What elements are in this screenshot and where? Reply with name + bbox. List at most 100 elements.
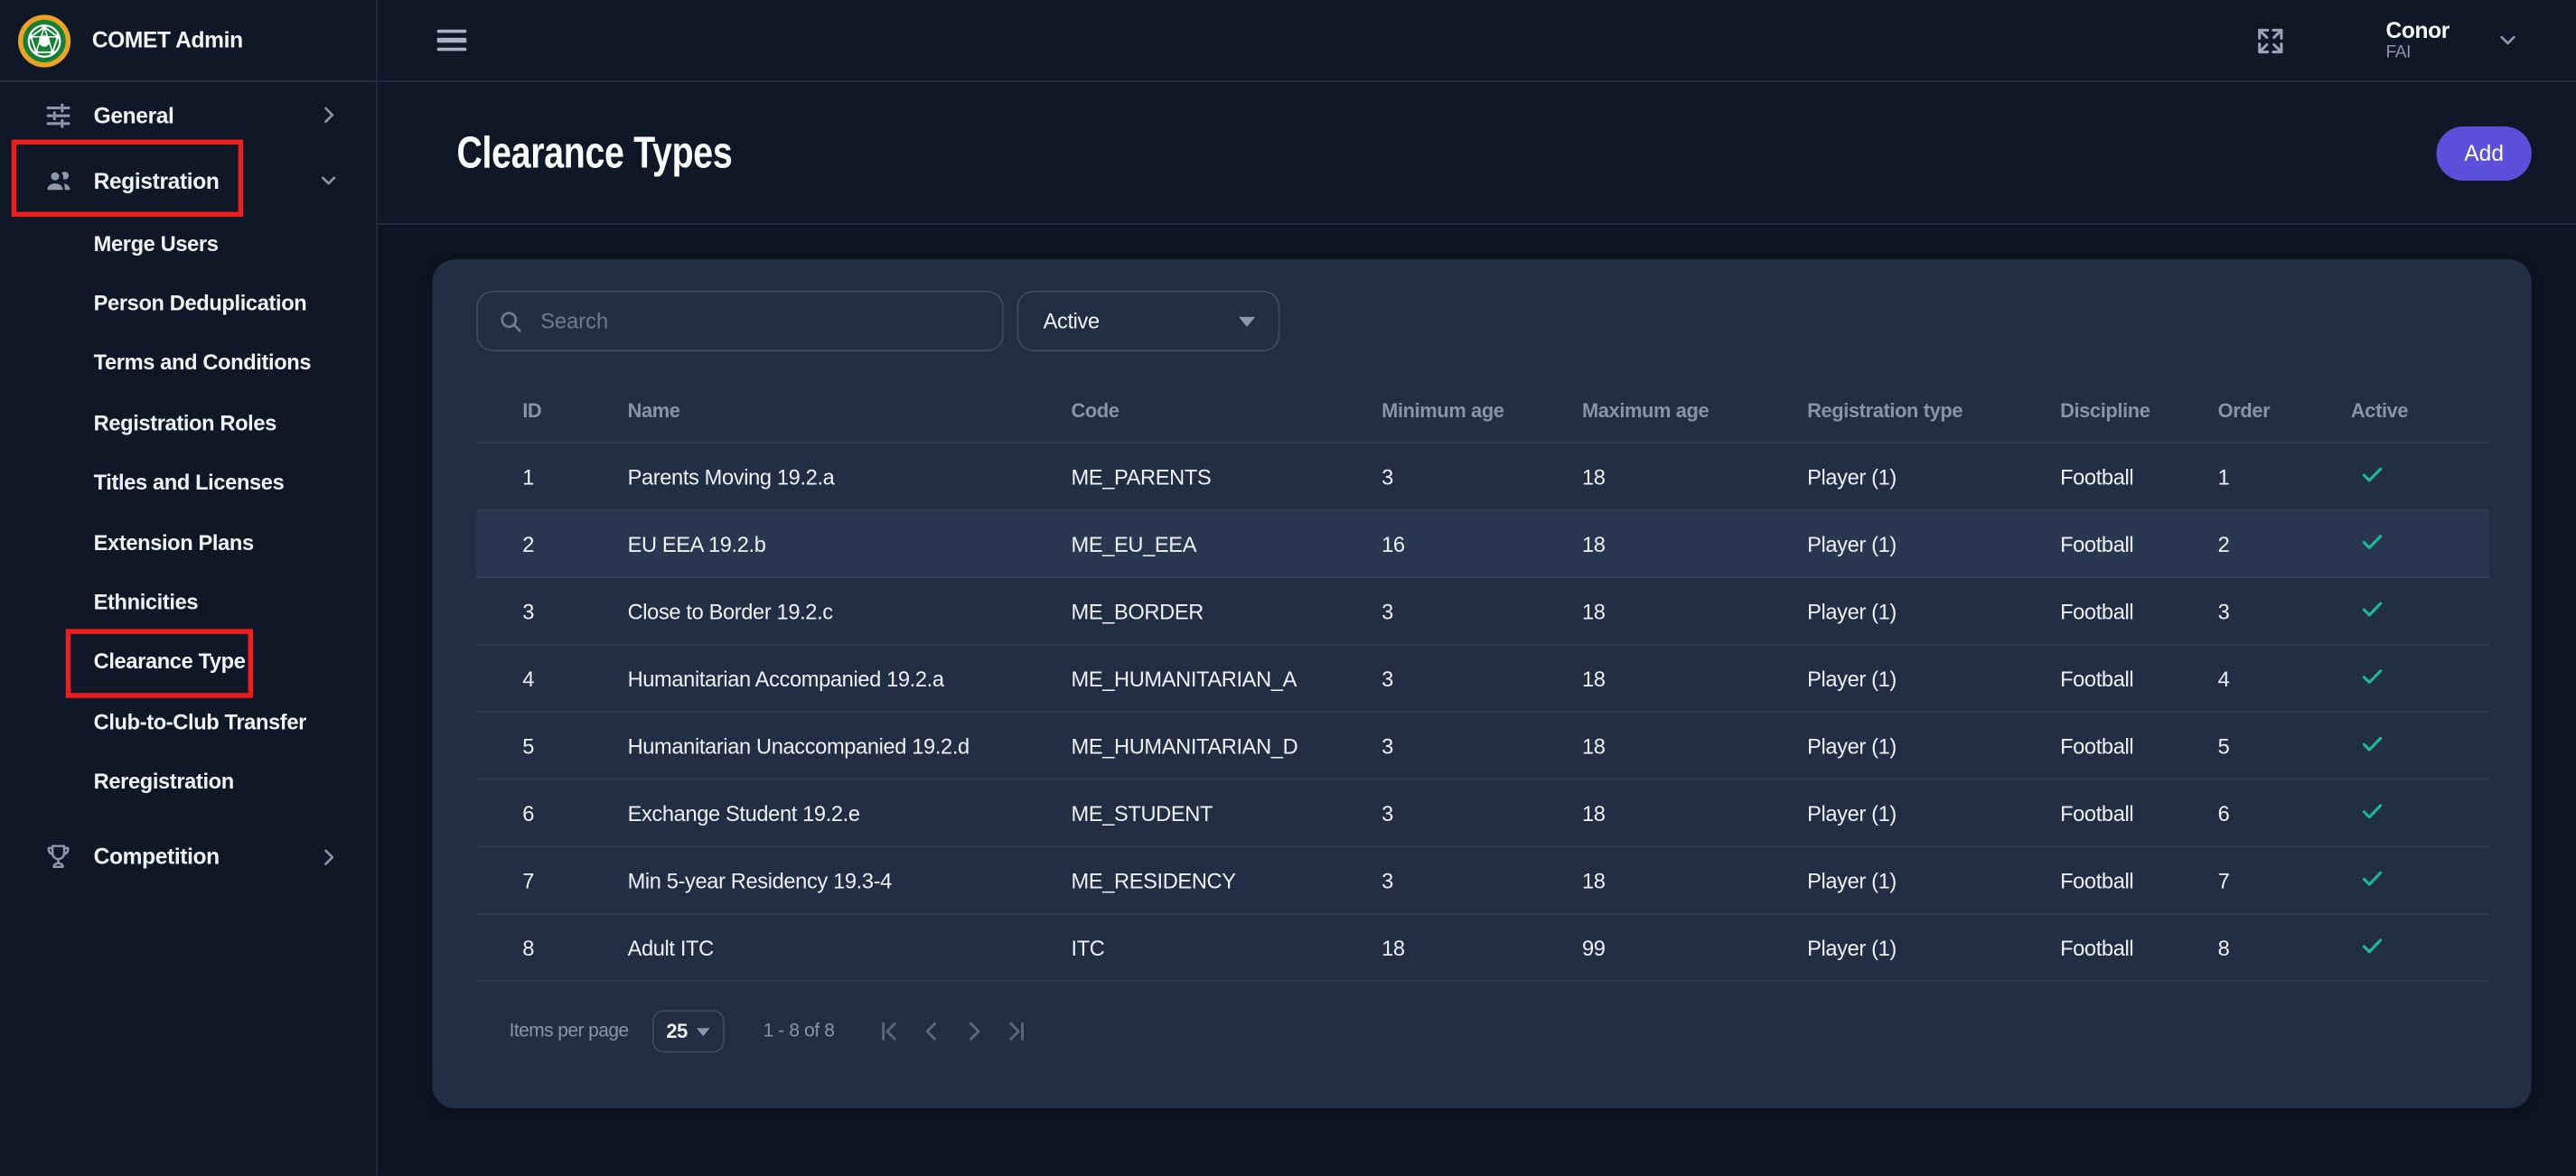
cell-name: EU EEA 19.2.b <box>628 531 1072 555</box>
sidebar-item-clearance-type[interactable]: Clearance Type <box>0 632 376 692</box>
page-header: Clearance Types Add <box>378 82 2576 225</box>
pagination-range: 1 - 8 of 8 <box>763 1022 835 1041</box>
table-row[interactable]: 7 Min 5-year Residency 19.3-4ME_RESIDENCY… <box>476 847 2488 915</box>
items-per-page-label: Items per page <box>510 1022 629 1041</box>
user-org: FAI <box>2386 42 2450 63</box>
cell-discipline: Football <box>2060 935 2218 959</box>
sidebar-item-label: Reregistration <box>94 769 234 793</box>
cell-order: 3 <box>2218 599 2351 623</box>
cell-registration_type: Player (1) <box>1807 800 2060 825</box>
cell-id: 6 <box>476 800 627 825</box>
filters-row: Active <box>432 259 2532 351</box>
sidebar-item-label: Ethnicities <box>94 590 199 614</box>
sidebar-item-registration[interactable]: Registration <box>0 148 376 214</box>
table-row[interactable]: 5Humanitarian Unaccompanied 19.2.dME_HUM… <box>476 713 2488 780</box>
cell-min_age: 3 <box>1382 464 1582 489</box>
sidebar-item-label: Terms and Conditions <box>94 350 311 375</box>
chevron-right-icon <box>317 104 340 126</box>
cell-min_age: 16 <box>1382 531 1582 555</box>
trophy-icon <box>41 841 73 873</box>
menu-toggle-icon[interactable] <box>437 23 467 57</box>
column-header-active: Active <box>2351 398 2489 421</box>
cell-min_age: 3 <box>1382 800 1582 825</box>
sidebar-item-general[interactable]: General <box>0 82 376 148</box>
column-header-id: ID <box>476 398 627 421</box>
cell-code: ME_EU_EEA <box>1071 531 1382 555</box>
cell-code: ME_RESIDENCY <box>1071 868 1382 892</box>
sidebar-item-registration-roles[interactable]: Registration Roles <box>0 393 376 453</box>
sidebar-item-label: Club-to-Club Transfer <box>94 709 306 733</box>
cell-code: ME_HUMANITARIAN_A <box>1071 666 1382 690</box>
cell-min_age: 3 <box>1382 666 1582 690</box>
caret-down-icon <box>696 1027 709 1035</box>
cell-order: 1 <box>2218 464 2351 489</box>
cell-discipline: Football <box>2060 733 2218 758</box>
cell-id: 2 <box>476 531 627 555</box>
cell-registration_type: Player (1) <box>1807 599 2060 623</box>
table-row[interactable]: 1Parents Moving 19.2.aME_PARENTS318Playe… <box>476 443 2488 511</box>
sidebar-item-person-deduplication[interactable]: Person Deduplication <box>0 274 376 333</box>
cell-name: Min 5-year Residency 19.3-4 <box>628 868 1072 892</box>
cell-min_age: 18 <box>1382 935 1582 959</box>
cell-active <box>2351 663 2489 695</box>
column-header-maximum-age: Maximum age <box>1582 398 1807 421</box>
sidebar-item-club-to-club-transfer[interactable]: Club-to-Club Transfer <box>0 692 376 751</box>
add-button[interactable]: Add <box>2436 126 2532 180</box>
cell-id: 3 <box>476 599 627 623</box>
cell-code: ME_STUDENT <box>1071 800 1382 825</box>
check-icon <box>2359 595 2385 627</box>
sidebar-item-reregistration[interactable]: Reregistration <box>0 751 376 811</box>
column-header-registration-type: Registration type <box>1807 398 2060 421</box>
cell-name: Adult ITC <box>628 935 1072 959</box>
chevron-left-icon[interactable] <box>910 1012 952 1051</box>
cell-name: Exchange Student 19.2.e <box>628 800 1072 825</box>
sidebar-item-extension-plans[interactable]: Extension Plans <box>0 512 376 572</box>
chevron-right-icon[interactable] <box>952 1012 995 1051</box>
fullscreen-icon[interactable] <box>2254 23 2287 56</box>
cell-order: 5 <box>2218 733 2351 758</box>
page-title: Clearance Types <box>456 127 732 178</box>
status-filter-select[interactable]: Active <box>1016 291 1279 351</box>
table-row[interactable]: 6Exchange Student 19.2.eME_STUDENT318Pla… <box>476 780 2488 848</box>
cell-order: 8 <box>2218 935 2351 959</box>
items-per-page-select[interactable]: 25 <box>651 1010 724 1052</box>
sidebar-item-terms-and-conditions[interactable]: Terms and Conditions <box>0 333 376 393</box>
cell-discipline: Football <box>2060 464 2218 489</box>
sidebar: COMET Admin GeneralRegistrationMerge Use… <box>0 0 378 1176</box>
search-icon <box>498 308 524 334</box>
sidebar-item-label: Extension Plans <box>94 530 254 555</box>
user-menu-chevron-down-icon[interactable] <box>2496 28 2520 52</box>
table-row[interactable]: 3Close to Border 19.2.cME_BORDER318Playe… <box>476 578 2488 646</box>
cell-order: 7 <box>2218 868 2351 892</box>
first-page-icon[interactable] <box>867 1012 910 1051</box>
check-icon <box>2359 730 2385 761</box>
table-row[interactable]: 4 Humanitarian Accompanied 19.2.aME_HUMAN… <box>476 646 2488 714</box>
cell-active <box>2351 461 2489 492</box>
sidebar-item-titles-and-licenses[interactable]: Titles and Licenses <box>0 453 376 512</box>
last-page-icon[interactable] <box>996 1012 1038 1051</box>
sidebar-item-label: Registration <box>94 168 220 192</box>
cell-max_age: 18 <box>1582 599 1807 623</box>
clearance-types-card: Active IDNameCodeMinimum ageMaximum ageR… <box>432 259 2532 1108</box>
cell-order: 2 <box>2218 531 2351 555</box>
sidebar-item-competition[interactable]: Competition <box>0 825 376 891</box>
caret-down-icon <box>1239 316 1255 326</box>
cell-id: 1 <box>476 464 627 489</box>
cell-code: ITC <box>1071 935 1382 959</box>
table-row[interactable]: 8Adult ITCITC1899Player (1)Football8 <box>476 915 2488 983</box>
cell-name: Close to Border 19.2.c <box>628 599 1072 623</box>
sidebar-nav: General Registration Merge UsersPerson Ded… <box>0 82 376 890</box>
cell-registration_type: Player (1) <box>1807 733 2060 758</box>
sidebar-item-ethnicities[interactable]: Ethnicities <box>0 572 376 631</box>
cell-code: ME_BORDER <box>1071 599 1382 623</box>
table-row[interactable]: 2EU EEA 19.2.bME_EU_EEA1618Player (1)Foo… <box>476 510 2488 578</box>
sidebar-item-merge-users[interactable]: Merge Users <box>0 213 376 273</box>
search-input[interactable] <box>540 309 982 333</box>
user-menu[interactable]: Conor FAI <box>2386 17 2450 63</box>
cell-registration_type: Player (1) <box>1807 666 2060 690</box>
cell-order: 4 <box>2218 666 2351 690</box>
cell-name: Humanitarian Accompanied 19.2.a <box>628 666 1072 690</box>
column-header-minimum-age: Minimum age <box>1382 398 1582 421</box>
check-icon <box>2359 864 2385 896</box>
cell-discipline: Football <box>2060 800 2218 825</box>
